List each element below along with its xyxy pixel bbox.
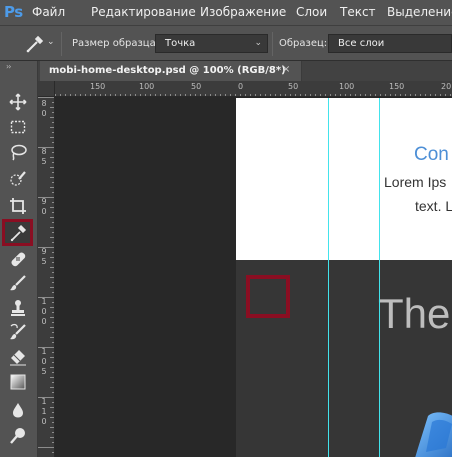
document-canvas-header[interactable]: Con Lorem Ips text. L xyxy=(236,98,452,260)
sample-layers-select[interactable]: Все слои xyxy=(328,34,452,53)
chevron-down-icon: ⌄ xyxy=(254,38,262,48)
ruler-label: 0 xyxy=(41,307,47,316)
ruler-label: 5 xyxy=(41,257,47,266)
ruler-label: 9 xyxy=(41,247,47,256)
document-tab-title: mobi-home-desktop.psd @ 100% (RGB/8*) xyxy=(49,65,286,76)
canvas-body-text-2: text. L xyxy=(415,198,452,214)
ruler-label: 5 xyxy=(41,367,47,376)
blur-tool[interactable] xyxy=(5,398,31,422)
brush-tool[interactable] xyxy=(5,271,31,295)
dodge-icon xyxy=(10,428,25,444)
menu-select[interactable]: Выделение xyxy=(387,5,452,19)
menu-image[interactable]: Изображение xyxy=(200,5,286,19)
ruler-label: 50 xyxy=(191,82,202,91)
photoshop-logo[interactable]: Ps xyxy=(4,3,23,21)
drop-icon xyxy=(13,403,23,418)
ruler-label: 1 xyxy=(41,347,47,356)
healing-brush-tool[interactable] xyxy=(5,247,31,271)
ruler-label: 150 xyxy=(90,82,106,91)
eyedropper-preset-icon[interactable] xyxy=(24,34,46,54)
ruler-label: 1 xyxy=(41,397,47,406)
move-tool[interactable] xyxy=(5,90,31,114)
document-tab[interactable]: mobi-home-desktop.psd @ 100% (RGB/8*) × xyxy=(40,61,302,81)
ruler-label: 0 xyxy=(41,357,47,366)
ruler-label: 0 xyxy=(41,417,47,426)
sample-size-label: Размер образца: xyxy=(72,38,160,49)
menu-file[interactable]: Файл xyxy=(32,5,65,19)
menu-layers[interactable]: Слои xyxy=(296,5,327,19)
eyedropper-tool[interactable] xyxy=(2,219,33,246)
ruler-label: 100 xyxy=(139,82,155,91)
lasso-icon xyxy=(11,144,27,161)
menu-type[interactable]: Текст xyxy=(340,5,376,19)
options-bar: ⌄ Размер образца: Точка ⌄ Образец: Все с… xyxy=(0,25,452,61)
guide-line[interactable] xyxy=(328,98,329,457)
sample-size-value: Точка xyxy=(165,38,196,49)
lasso-tool[interactable] xyxy=(5,140,31,164)
canvas-hero-text: The xyxy=(378,290,451,337)
crop-tool[interactable] xyxy=(5,194,31,218)
options-separator xyxy=(61,32,62,56)
ruler-label: 8 xyxy=(41,147,47,156)
guide-line[interactable] xyxy=(379,98,380,457)
quick-selection-tool[interactable] xyxy=(5,167,31,191)
marquee-icon xyxy=(10,120,26,134)
gradient-tool[interactable] xyxy=(5,370,31,394)
options-separator xyxy=(272,32,273,56)
menu-edit[interactable]: Редактирование xyxy=(91,5,196,19)
canvas-body-text: Lorem Ips xyxy=(384,174,447,190)
eraser-icon xyxy=(10,350,26,366)
ruler-label: 0 xyxy=(238,82,244,91)
brush-icon xyxy=(10,275,26,291)
blue-3d-shape-image xyxy=(415,412,452,457)
sample-size-select[interactable]: Точка ⌄ xyxy=(155,34,268,53)
highlight-annotation xyxy=(246,275,290,318)
document-tab-bar: mobi-home-desktop.psd @ 100% (RGB/8*) × xyxy=(38,61,452,81)
tools-panel: ›› xyxy=(0,61,38,457)
ruler-label: 1 xyxy=(41,407,47,416)
ruler-label: 100 xyxy=(339,82,355,91)
ruler-label: 8 xyxy=(41,99,47,108)
ruler-label: 5 xyxy=(41,157,47,166)
eraser-tool[interactable] xyxy=(5,345,31,369)
panel-grip-icon[interactable]: ›› xyxy=(6,62,12,71)
bandage-icon xyxy=(11,252,26,267)
close-icon[interactable]: × xyxy=(282,64,290,75)
clone-stamp-tool[interactable] xyxy=(5,296,31,320)
horizontal-ruler[interactable]: 150 100 50 0 50 100 150 20 xyxy=(55,81,452,97)
ruler-label: 0 xyxy=(41,317,47,326)
ruler-label: 0 xyxy=(41,109,47,118)
sample-layers-value: Все слои xyxy=(338,38,385,49)
ruler-label: 1 xyxy=(41,297,47,306)
history-brush-icon xyxy=(10,323,26,340)
eyedropper-icon xyxy=(10,224,26,241)
ruler-label: 20 xyxy=(441,82,452,91)
stamp-icon xyxy=(11,300,25,316)
menu-bar: Ps Файл Редактирование Изображение Слои … xyxy=(0,0,452,25)
ruler-label: 150 xyxy=(389,82,405,91)
ruler-origin[interactable] xyxy=(38,81,55,97)
ruler-label: 0 xyxy=(41,207,47,216)
sample-label: Образец: xyxy=(279,38,328,49)
history-brush-tool[interactable] xyxy=(5,320,31,344)
tool-preset-caret-icon[interactable]: ⌄ xyxy=(47,37,55,47)
dodge-tool[interactable] xyxy=(5,424,31,448)
marquee-tool[interactable] xyxy=(5,115,31,139)
ruler-label: 50 xyxy=(288,82,299,91)
move-icon xyxy=(9,93,27,111)
crop-icon xyxy=(10,198,26,214)
vertical-ruler[interactable]: 8 0 8 5 9 0 9 5 1 0 0 1 0 5 1 1 0 xyxy=(38,97,55,457)
gradient-icon xyxy=(10,374,26,390)
ruler-label: 9 xyxy=(41,197,47,206)
quick-selection-icon xyxy=(10,171,26,186)
canvas-heading-text: Con xyxy=(414,144,449,165)
